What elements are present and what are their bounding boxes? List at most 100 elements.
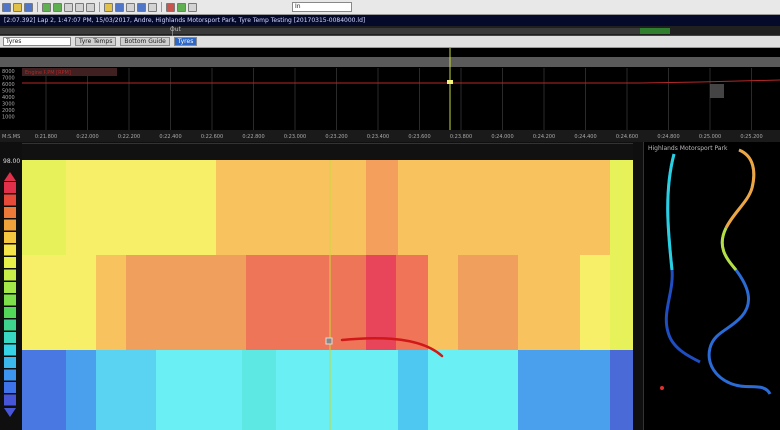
zoom-in-icon[interactable] [75, 2, 84, 12]
rpm-trace [22, 79, 780, 84]
record-icon[interactable] [166, 2, 175, 12]
heatmap-cell [216, 160, 366, 255]
layout-icon[interactable] [148, 2, 157, 12]
scale-swatch [4, 282, 16, 293]
heatmap-cell [276, 350, 366, 430]
lap-label: Out [170, 26, 181, 33]
y-axis: 80007000600050004000300020001000 [2, 69, 15, 121]
heatmap-cell [580, 255, 610, 350]
x-tick-label: 0:24.800 [657, 134, 679, 140]
help-icon[interactable] [115, 2, 124, 12]
undo-icon[interactable] [42, 2, 51, 12]
scale-swatch [4, 319, 16, 331]
open-icon[interactable] [13, 2, 22, 12]
cursor-icon[interactable] [64, 2, 73, 12]
heatmap-cell [610, 255, 633, 350]
start-marker [660, 386, 664, 390]
chart-icon[interactable] [137, 2, 146, 12]
y-tick-label: 3000 [2, 102, 15, 108]
scale-swatch [4, 369, 16, 381]
track-map-panel[interactable]: Highlands Motorsport Park [643, 142, 780, 430]
stop-icon[interactable] [188, 2, 197, 12]
track-segment-orange [724, 148, 756, 229]
heatmap-cell [366, 350, 398, 430]
channel-label: Engine RPM [RPM] [25, 70, 71, 76]
lap-strip[interactable]: Out [0, 26, 780, 36]
heatmap-cell [458, 255, 518, 350]
heatmap-cell [366, 160, 398, 255]
scale-max-label: 98.00 [3, 158, 21, 165]
tab-tyre-temps[interactable]: Tyre Temps [75, 37, 117, 46]
scale-swatch [4, 382, 16, 393]
scale-down-arrow-icon[interactable] [4, 408, 16, 417]
main-toolbar [0, 0, 780, 15]
plot-header-bar [0, 57, 780, 67]
heatmap-cell [366, 255, 396, 350]
cursor-marker [447, 80, 453, 84]
heatmap-cell [22, 350, 66, 430]
toolbar-select[interactable]: In [292, 2, 352, 12]
x-tick-label: 0:22.400 [159, 134, 181, 140]
track-outline-blue [707, 148, 772, 395]
x-tick-label: 0:24.600 [616, 134, 638, 140]
heatmap-cell [428, 255, 458, 350]
x-tick-label: 0:24.000 [491, 134, 513, 140]
heatmap-cell [518, 255, 580, 350]
play-icon[interactable] [177, 2, 186, 12]
y-tick-label: 2000 [2, 108, 15, 114]
x-tick-label: 0:21.800 [35, 134, 57, 140]
heatmap-cell [398, 350, 428, 430]
heatmap-cell [396, 255, 428, 350]
y-tick-label: 6000 [2, 82, 15, 88]
scale-swatch [4, 219, 16, 231]
scale-swatch [4, 394, 16, 406]
y-tick-label: 8000 [2, 69, 15, 75]
heatmap-cell [66, 160, 216, 255]
scale-swatch [4, 182, 16, 193]
heatmap-cell [96, 255, 126, 350]
scale-swatch [4, 357, 16, 368]
new-icon[interactable] [2, 2, 11, 12]
x-tick-label: 0:22.000 [76, 134, 98, 140]
scale-swatch [4, 344, 16, 356]
heatmap-cell [126, 255, 246, 350]
x-tick-label: 0:23.600 [408, 134, 430, 140]
heatmap-top-band [22, 143, 633, 160]
minimap-overlay[interactable] [710, 84, 724, 98]
zoom-out-icon[interactable] [86, 2, 95, 12]
tyre-heatmap[interactable] [22, 160, 633, 430]
color-scale [4, 172, 16, 417]
scale-swatch [4, 307, 16, 318]
y-tick-label: 7000 [2, 76, 15, 82]
heatmap-cell [246, 255, 366, 350]
tab-tyres[interactable]: Tyres [173, 37, 198, 46]
x-tick-label: 0:22.200 [118, 134, 140, 140]
heatmap-cell [580, 350, 610, 430]
scale-swatch [4, 244, 16, 256]
x-tick-label: 0:25.200 [740, 134, 762, 140]
scale-swatch [4, 194, 16, 206]
grid-lines [45, 68, 752, 130]
track-segment-green [720, 227, 738, 271]
track-map[interactable] [644, 142, 780, 430]
x-tick-label: 0:23.200 [325, 134, 347, 140]
workbook-select[interactable]: Tyres [3, 37, 71, 46]
heatmap-cell [610, 350, 633, 430]
save-icon[interactable] [24, 2, 33, 12]
scale-swatch [4, 294, 16, 306]
x-tick-label: 0:25.000 [699, 134, 721, 140]
grid-icon[interactable] [126, 2, 135, 12]
x-tick-label: 0:23.800 [450, 134, 472, 140]
settings-icon[interactable] [104, 2, 113, 12]
scale-up-arrow-icon[interactable] [4, 172, 16, 181]
tab-bottom-guide[interactable]: Bottom Guide [120, 37, 170, 46]
x-tick-label: 0:24.200 [533, 134, 555, 140]
time-plot[interactable]: Engine RPM [RPM] 8000 7000 6000 5000 4000 300… [0, 48, 780, 142]
time-plot-canvas[interactable]: Engine RPM [RPM] 80007000600050004000300… [0, 48, 780, 142]
toolbar-separator [99, 2, 100, 12]
heatmap-cell [66, 350, 96, 430]
redo-icon[interactable] [53, 2, 62, 12]
heatmap-cell [96, 350, 156, 430]
scale-swatch [4, 207, 16, 218]
mouse-pointer-icon [325, 337, 333, 345]
